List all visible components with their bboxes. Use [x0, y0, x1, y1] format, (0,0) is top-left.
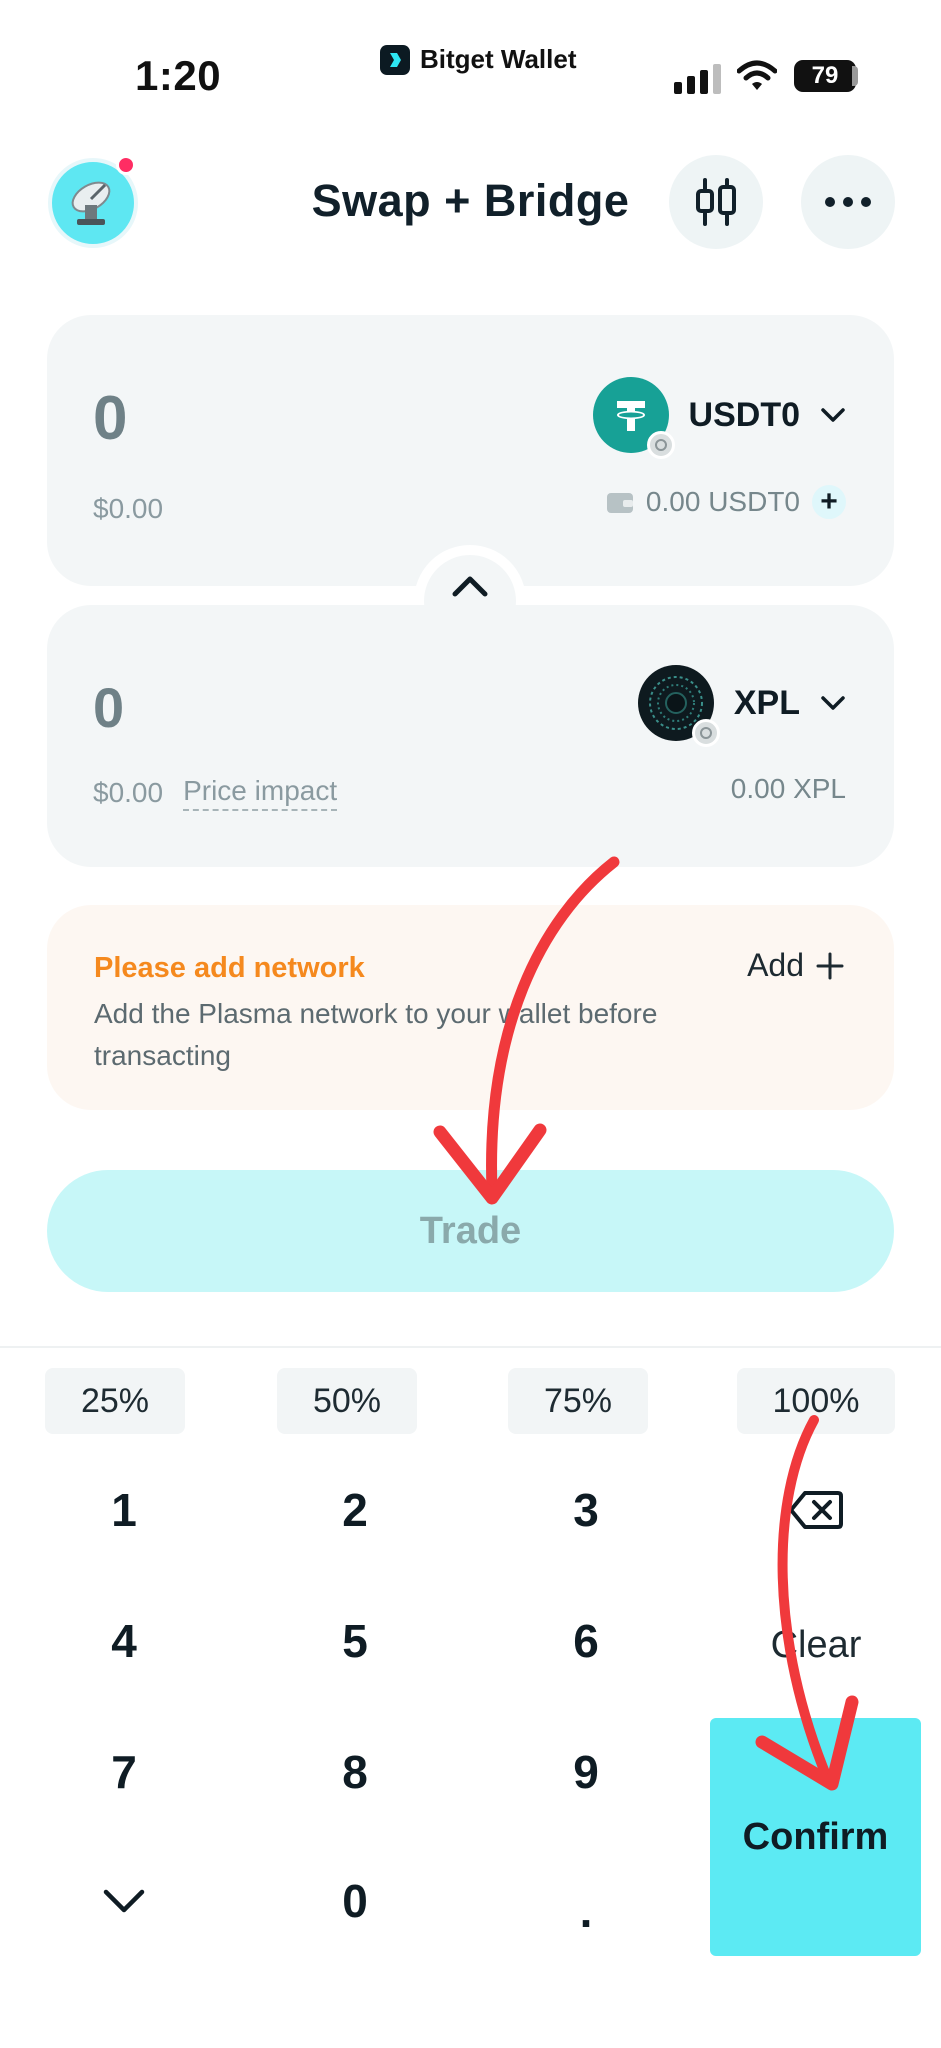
percent-100-button[interactable]: 100%: [737, 1368, 895, 1434]
chevron-down-icon: [821, 408, 845, 422]
wifi-icon: [736, 60, 778, 97]
status-app-name: Bitget Wallet: [420, 44, 577, 74]
battery-icon: 79: [794, 60, 856, 92]
from-amount-input[interactable]: 0: [93, 383, 127, 454]
chevron-down-icon: [821, 696, 845, 710]
to-token-selector[interactable]: XPL: [637, 665, 846, 747]
cellular-signal-icon: [674, 64, 721, 94]
price-impact-link[interactable]: Price impact: [183, 775, 338, 811]
battery-tip: [852, 66, 858, 86]
confirm-button[interactable]: Confirm: [710, 1718, 921, 1956]
more-options-button[interactable]: [801, 155, 895, 249]
key-7[interactable]: 7: [24, 1717, 224, 1827]
to-balance: 0.00 XPL: [731, 773, 846, 805]
chevron-down-icon: [103, 1889, 145, 1913]
network-warning: Please add network Add the Plasma networ…: [47, 905, 894, 1110]
key-1[interactable]: 1: [24, 1455, 224, 1565]
warning-body: Add the Plasma network to your wallet be…: [94, 998, 658, 1071]
key-2[interactable]: 2: [255, 1455, 455, 1565]
chart-button[interactable]: [669, 155, 763, 249]
key-4[interactable]: 4: [24, 1586, 224, 1696]
usdt-logo-icon: [592, 377, 675, 459]
key-decimal[interactable]: .: [486, 1856, 686, 1966]
notification-dot: [116, 155, 136, 175]
key-6[interactable]: 6: [486, 1586, 686, 1696]
to-token-card: 0 $0.00 Price impact XPL 0.00 XPL: [47, 605, 894, 867]
trade-button[interactable]: Trade: [47, 1170, 894, 1292]
add-funds-button[interactable]: +: [812, 485, 846, 519]
from-token-selector[interactable]: USDT0: [592, 377, 846, 459]
from-token-symbol: USDT0: [688, 395, 800, 434]
wallet-icon: [606, 493, 633, 513]
divider: [0, 1346, 941, 1348]
backspace-icon: [789, 1491, 843, 1529]
to-fiat-value: $0.00: [93, 777, 164, 808]
plus-icon: [816, 952, 844, 979]
to-balance-text: 0.00 XPL: [730, 773, 846, 804]
to-meta-row: $0.00 Price impact: [93, 775, 338, 811]
key-0[interactable]: 0: [255, 1846, 455, 1956]
to-token-symbol: XPL: [733, 683, 800, 722]
key-9[interactable]: 9: [486, 1717, 686, 1827]
chain-badge-icon: [691, 719, 720, 747]
backspace-key[interactable]: [716, 1455, 916, 1565]
key-5[interactable]: 5: [255, 1586, 455, 1696]
key-8[interactable]: 8: [255, 1717, 455, 1827]
to-amount-value: 0: [93, 676, 125, 739]
candlestick-chart-icon: [696, 178, 736, 226]
chain-badge-icon: [646, 431, 675, 459]
key-3[interactable]: 3: [486, 1455, 686, 1565]
bitget-logo-icon: [380, 44, 410, 75]
percent-50-button[interactable]: 50%: [277, 1368, 417, 1434]
battery-level: 79: [811, 62, 839, 89]
xpl-logo-icon: [637, 665, 720, 747]
status-app-label: Bitget Wallet: [380, 44, 576, 75]
from-balance: 0.00 USDT0 +: [606, 485, 846, 519]
clear-key[interactable]: Clear: [716, 1590, 916, 1700]
percent-25-button[interactable]: 25%: [45, 1368, 185, 1434]
warning-title: Please add network: [94, 952, 365, 984]
status-time: 1:20: [135, 52, 222, 99]
page-title: Swap + Bridge: [311, 175, 630, 226]
from-fiat-value: $0.00: [93, 493, 164, 524]
add-network-label: Add: [747, 947, 804, 983]
more-dots-icon: [825, 197, 871, 207]
from-balance-text: 0.00 USDT0: [645, 486, 800, 517]
add-network-button[interactable]: Add: [747, 947, 844, 984]
hide-keyboard-key[interactable]: [24, 1846, 224, 1956]
percent-75-button[interactable]: 75%: [508, 1368, 648, 1434]
